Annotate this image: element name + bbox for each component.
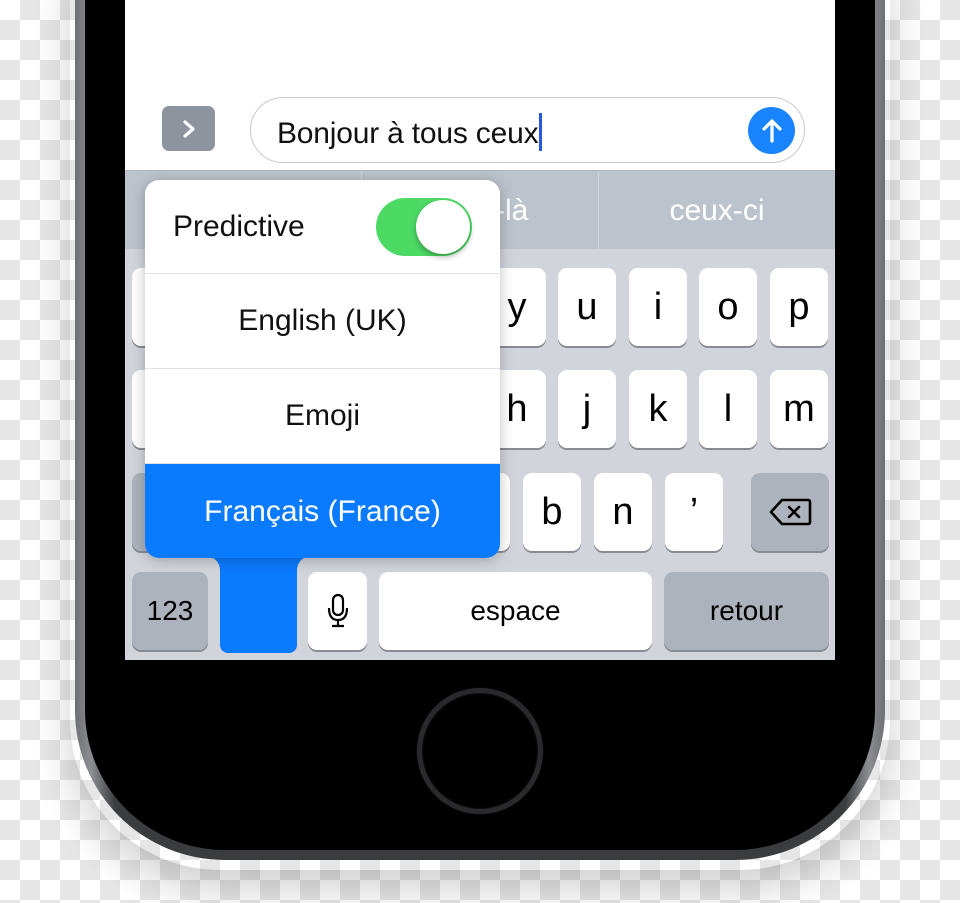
key-j[interactable]: j <box>558 370 616 448</box>
key-m[interactable]: m <box>770 370 828 448</box>
chevron-right-icon <box>182 119 195 138</box>
predictive-toggle[interactable] <box>376 197 472 256</box>
popup-stem-curve <box>206 556 220 570</box>
key-b[interactable]: b <box>523 473 581 551</box>
microphone-icon <box>327 593 348 628</box>
numbers-key[interactable]: 123 <box>132 572 208 650</box>
home-button[interactable] <box>417 688 543 814</box>
globe-key-pressed[interactable] <box>220 556 297 653</box>
predictive-row: Predictive <box>145 180 500 274</box>
delete-key[interactable] <box>751 473 829 551</box>
key-k[interactable]: k <box>629 370 687 448</box>
space-key[interactable]: espace <box>379 572 652 650</box>
message-text: Bonjour à tous ceux <box>277 117 539 150</box>
suggestion-3[interactable]: ceux-ci <box>599 171 835 250</box>
screen: Bonjour à tous ceux ceux ceux-là ceux-ci… <box>125 0 835 660</box>
key-u[interactable]: u <box>558 268 616 346</box>
text-caret <box>539 113 543 151</box>
key-i[interactable]: i <box>629 268 687 346</box>
arrow-up-icon <box>761 118 782 143</box>
key-o[interactable]: o <box>699 268 757 346</box>
popup-stem-curve <box>297 556 311 570</box>
dictation-key[interactable] <box>308 572 367 650</box>
keyboard-switcher-popup: Predictive English (UK) Emoji Français (… <box>145 180 500 558</box>
expand-apps-button[interactable] <box>162 106 215 151</box>
toggle-knob <box>416 199 470 254</box>
predictive-label: Predictive <box>173 209 305 243</box>
key-n[interactable]: n <box>594 473 652 551</box>
language-option-emoji[interactable]: Emoji <box>145 369 500 464</box>
message-input[interactable]: Bonjour à tous ceux <box>250 97 805 163</box>
key-p[interactable]: p <box>770 268 828 346</box>
send-button[interactable] <box>748 107 795 154</box>
return-key[interactable]: retour <box>664 572 829 650</box>
language-option-francais[interactable]: Français (France) <box>145 464 500 558</box>
backspace-icon <box>769 498 812 526</box>
key-apostrophe[interactable]: ’ <box>665 473 723 551</box>
language-option-english-uk[interactable]: English (UK) <box>145 274 500 369</box>
key-l[interactable]: l <box>699 370 757 448</box>
